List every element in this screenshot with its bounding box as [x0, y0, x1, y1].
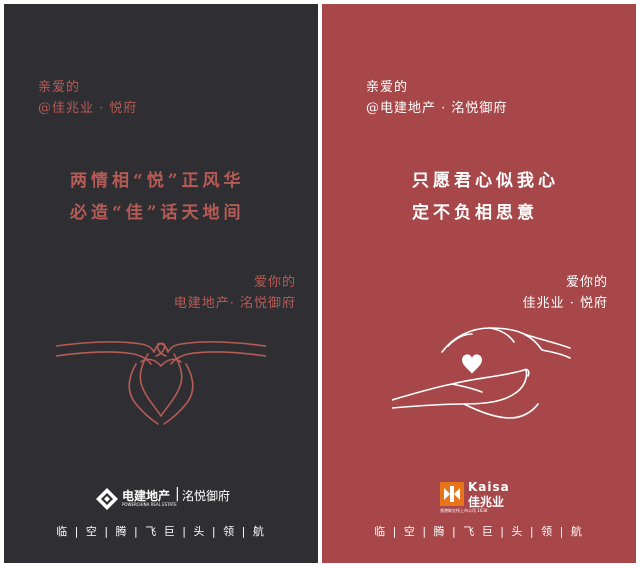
slogan-text: 临 | 空 | 腾 | 飞 巨 | 头 | 领 | 航 [56, 525, 266, 538]
greeting-text: 亲爱的 [38, 80, 81, 95]
logo-sub-text: 香港联交所上市公司 1638 [440, 508, 488, 513]
heart-icon [462, 354, 482, 374]
logo-project-text: 洺悦御府 [182, 489, 231, 503]
headline-line-2: 必造“佳”话天地间 [70, 203, 245, 223]
headline-line-2: 定不负相思意 [412, 203, 538, 223]
heart-hands-icon [56, 341, 266, 425]
headline-line-1: 只愿君心似我心 [412, 171, 559, 191]
signature-line-2: 电建地产· 洺悦御府 [173, 296, 296, 311]
greeting-text: 亲爱的 [366, 80, 409, 95]
poster-left: 亲爱的 @佳兆业 · 悦府 两情相“悦”正风华 必造“佳”话天地间 爱你的 电建… [4, 4, 318, 563]
logo-brand-en-text: POWERCHINA REAL ESTATE [122, 502, 177, 507]
signature-line-1: 爱你的 [565, 275, 608, 290]
headline-line-1: 两情相“悦”正风华 [70, 171, 245, 191]
logo-en-text: Kaisa [468, 480, 510, 494]
poster-right: 亲爱的 @电建地产 · 洺悦御府 只愿君心似我心 定不负相思意 爱你的 佳兆业 … [322, 4, 636, 563]
kaisa-mark-icon [440, 482, 464, 506]
signature-line-1: 爱你的 [253, 275, 296, 290]
powerchina-logo: 电建地产 POWERCHINA REAL ESTATE | 洺悦御府 [96, 486, 230, 510]
recipient-text: @佳兆业 · 悦府 [38, 101, 138, 116]
signature-line-2: 佳兆业 · 悦府 [522, 296, 608, 311]
hands-holding-heart-icon [392, 327, 571, 419]
logo-divider: | [175, 486, 180, 502]
recipient-text: @电建地产 · 洺悦御府 [366, 101, 508, 116]
kaisa-logo: Kaisa 佳兆业 香港联交所上市公司 1638 [440, 480, 540, 514]
powerchina-mark-icon [96, 488, 118, 510]
slogan-text: 临 | 空 | 腾 | 飞 巨 | 头 | 领 | 航 [374, 525, 584, 538]
